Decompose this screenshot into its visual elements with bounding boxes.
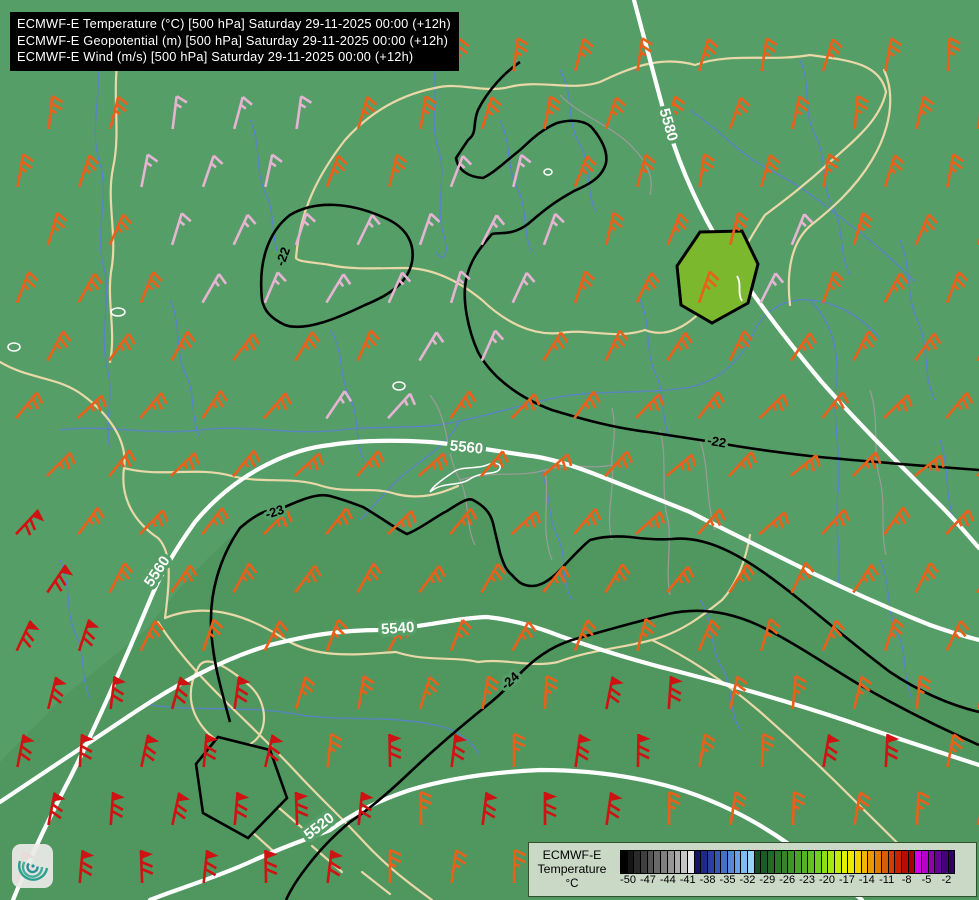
legend-tick-label: -26 bbox=[779, 873, 796, 886]
wind-barb-staff bbox=[419, 791, 423, 826]
legend-colorbar-wrap: -50 -47 -44 -41 -38 -35 -32 -29 -26 -23 -20 -17 -14-… bbox=[615, 848, 967, 892]
wind-barb-staff bbox=[946, 37, 951, 72]
title-line-temperature: ECMWF-E Temperature (°C) [500 hPa] Satur… bbox=[17, 16, 451, 31]
legend-tick-label: -35 bbox=[719, 873, 736, 886]
legend-tick-label: -2 bbox=[941, 873, 952, 886]
wind-barb-staff bbox=[915, 791, 920, 826]
legend-tick-label: -44 bbox=[659, 873, 676, 886]
wind-barb-staff bbox=[791, 791, 796, 826]
legend-tick-label: -20 bbox=[819, 873, 835, 886]
geopotential-contour-label: 5560 bbox=[449, 437, 484, 457]
legend-tick-label: -17 bbox=[838, 873, 855, 886]
legend-tick-row: -50 -47 -44 -41 -38 -35 -32 -29 -26 -23 -20 -17 -14-… bbox=[620, 873, 955, 890]
legend-unit-label: °C bbox=[565, 877, 579, 890]
legend-param-label: Temperature bbox=[537, 862, 607, 877]
legend-tick-label: -11 bbox=[879, 873, 895, 886]
legend-titles: ECMWF-E Temperature °C bbox=[529, 848, 615, 892]
legend-tick-label: -32 bbox=[739, 873, 756, 886]
weather-map-canvas: 55805560556055405520-22-22-23-24 bbox=[0, 0, 979, 900]
wind-barb-staff bbox=[543, 675, 548, 710]
geopotential-contour-label: 5540 bbox=[380, 619, 414, 638]
legend-tick-label: -50 bbox=[620, 873, 636, 886]
legend-tick-label: -38 bbox=[699, 873, 716, 886]
legend-tick-label: -29 bbox=[759, 873, 776, 886]
wind-barb-staff bbox=[667, 791, 671, 826]
title-line-geopotential: ECMWF-E Geopotential (m) [500 hPa] Satur… bbox=[17, 32, 449, 48]
legend-colorbar bbox=[620, 849, 956, 874]
site-logo bbox=[12, 844, 53, 888]
legend-tick-label: -5 bbox=[921, 873, 932, 886]
legend-tick-label: -41 bbox=[679, 873, 696, 886]
legend-tick-label: -14 bbox=[858, 873, 875, 886]
legend-cell bbox=[947, 849, 956, 874]
title-box: ECMWF-E Temperature (°C) [500 hPa] Satur… bbox=[10, 12, 459, 71]
wind-barb-staff bbox=[760, 733, 765, 768]
temperature-legend: ECMWF-E Temperature °C -50 -47 -44 -41 -38 -3… bbox=[528, 842, 977, 897]
legend-tick-label: -47 bbox=[639, 873, 656, 886]
legend-tick-label: -8 bbox=[901, 873, 912, 886]
legend-tick-label: -23 bbox=[799, 873, 816, 886]
spiral-center bbox=[31, 864, 35, 868]
title-line-wind: ECMWF-E Wind (m/s) [500 hPa] Saturday 29… bbox=[17, 49, 414, 65]
legend-model-label: ECMWF-E bbox=[542, 847, 602, 862]
weather-map-screenshot: 5580 5560 5560 5540 5520 -22 -22 -23 -24 ECMWF-E… bbox=[0, 0, 979, 900]
wind-barb-staff bbox=[512, 849, 516, 884]
